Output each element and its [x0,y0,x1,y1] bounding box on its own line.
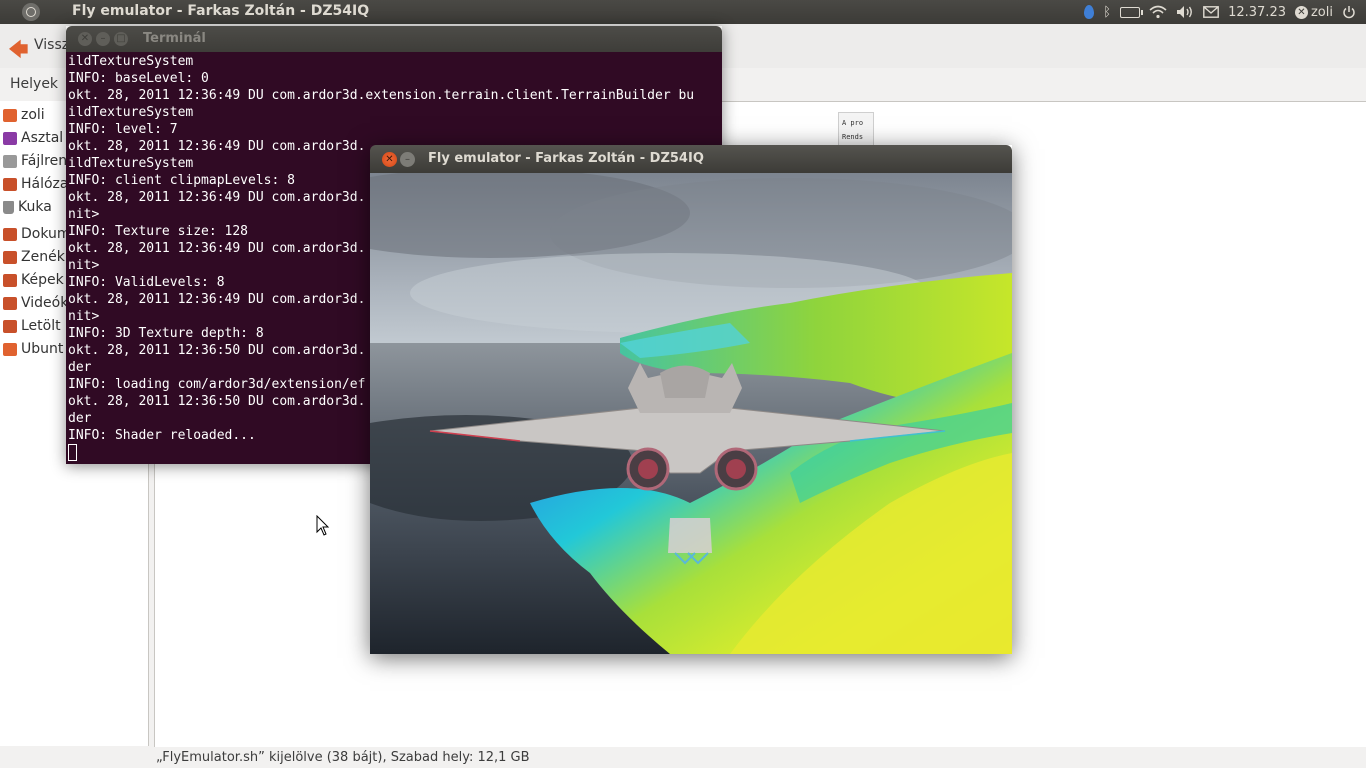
terminal-line: INFO: baseLevel: 0 [68,71,209,86]
sidebar-item-pictures[interactable]: Képek [3,270,64,290]
flight-scene[interactable] [370,173,1012,654]
battery-icon[interactable] [1120,6,1144,18]
back-arrow-icon[interactable]: 🡄 [8,35,29,69]
fly-emulator-titlebar[interactable]: ✕ – Fly emulator - Farkas Zoltán - DZ54I… [370,145,1012,173]
music-folder-icon [3,250,17,264]
terminal-title: Terminál [143,31,206,46]
text-cursor [68,444,77,461]
ubuntu-one-folder-icon [3,342,17,356]
sidebar-item-documents[interactable]: Dokum [3,224,71,244]
sidebar-item-label: Asztal [21,130,64,146]
sidebar-item-downloads[interactable]: Letölt [3,316,61,336]
terminal-line: okt. 28, 2011 12:36:49 DU com.ardor3d.ex… [68,88,695,103]
drop-icon[interactable] [1084,5,1095,19]
sidebar-item-label: Zenék [21,249,65,265]
wifi-icon[interactable] [1149,5,1167,19]
flight-scene-render [370,173,1012,654]
sidebar-item-label: Dokum [21,226,71,242]
desktop-icon [3,131,17,145]
network-folder-icon [3,177,17,191]
close-icon[interactable]: ✕ [78,32,92,46]
home-folder-icon [3,108,17,122]
downloads-folder-icon [3,319,17,333]
pictures-folder-icon [3,273,17,287]
file-icon-text: A pro [842,119,864,127]
sidebar-item-label: Letölt [21,318,61,334]
places-header: Helyek [10,76,59,92]
power-icon[interactable] [1342,5,1356,19]
maximize-icon[interactable]: □ [114,32,128,46]
mail-icon[interactable] [1203,6,1219,18]
sidebar-item-home[interactable]: zoli [3,105,45,125]
bluetooth-icon[interactable]: ᛒ [1103,5,1111,20]
mouse-pointer-icon [316,515,330,536]
sidebar-item-ubuntu-one[interactable]: Ubunt [3,339,63,359]
clock[interactable]: 12.37.23 [1228,5,1286,20]
fly-emulator-title: Fly emulator - Farkas Zoltán - DZ54IQ [428,151,704,166]
ubuntu-logo-icon[interactable] [22,3,40,21]
sidebar-item-network[interactable]: Hálóza [3,174,69,194]
user-status-icon: ✕ [1294,5,1308,19]
sidebar-item-label: zoli [21,107,45,123]
file-icon-text: Rends [842,133,864,141]
close-icon[interactable]: ✕ [382,152,397,167]
top-panel: Fly emulator - Farkas Zoltán - DZ54IQ ᛒ … [0,0,1366,24]
sidebar-item-trash[interactable]: Kuka [3,197,52,217]
sidebar-item-filesystem[interactable]: Fájlren [3,151,67,171]
sidebar-item-label: Hálóza [21,176,69,192]
sidebar-item-videos[interactable]: Videók [3,293,68,313]
terminal-line: INFO: level: 7 [68,122,178,137]
sidebar-item-desktop[interactable]: Asztal [3,128,63,148]
minimize-icon[interactable]: – [400,152,415,167]
terminal-line: ildTextureSystem [68,105,194,120]
trash-icon [3,200,14,214]
sidebar-item-label: Fájlren [21,153,68,169]
fly-emulator-window[interactable]: ✕ – Fly emulator - Farkas Zoltán - DZ54I… [370,145,1012,654]
documents-folder-icon [3,227,17,241]
terminal-line: ildTextureSystem [68,54,194,69]
back-button[interactable]: Vissz [34,37,69,53]
sidebar-item-label: Videók [21,295,69,311]
terminal-titlebar[interactable]: ✕ – □ Terminál [66,26,722,52]
text-file-icon[interactable]: A pro Rends [838,112,874,148]
videos-folder-icon [3,296,17,310]
minimize-icon[interactable]: – [96,32,110,46]
app-title: Fly emulator - Farkas Zoltán - DZ54IQ [72,3,370,19]
status-bar: „FlyEmulator.sh” kijelölve (38 bájt), Sz… [156,750,530,765]
drive-icon [3,154,17,168]
user-name: zoli [1310,4,1333,20]
user-menu[interactable]: ✕ zoli [1294,4,1333,20]
indicator-area: ᛒ 12.37.23 ✕ zoli [1084,0,1356,24]
sidebar-item-label: Képek [21,272,64,288]
volume-icon[interactable] [1176,5,1194,19]
sidebar-item-music[interactable]: Zenék [3,247,65,267]
sidebar-item-label: Ubunt [21,341,64,357]
sidebar-item-label: Kuka [18,199,52,215]
